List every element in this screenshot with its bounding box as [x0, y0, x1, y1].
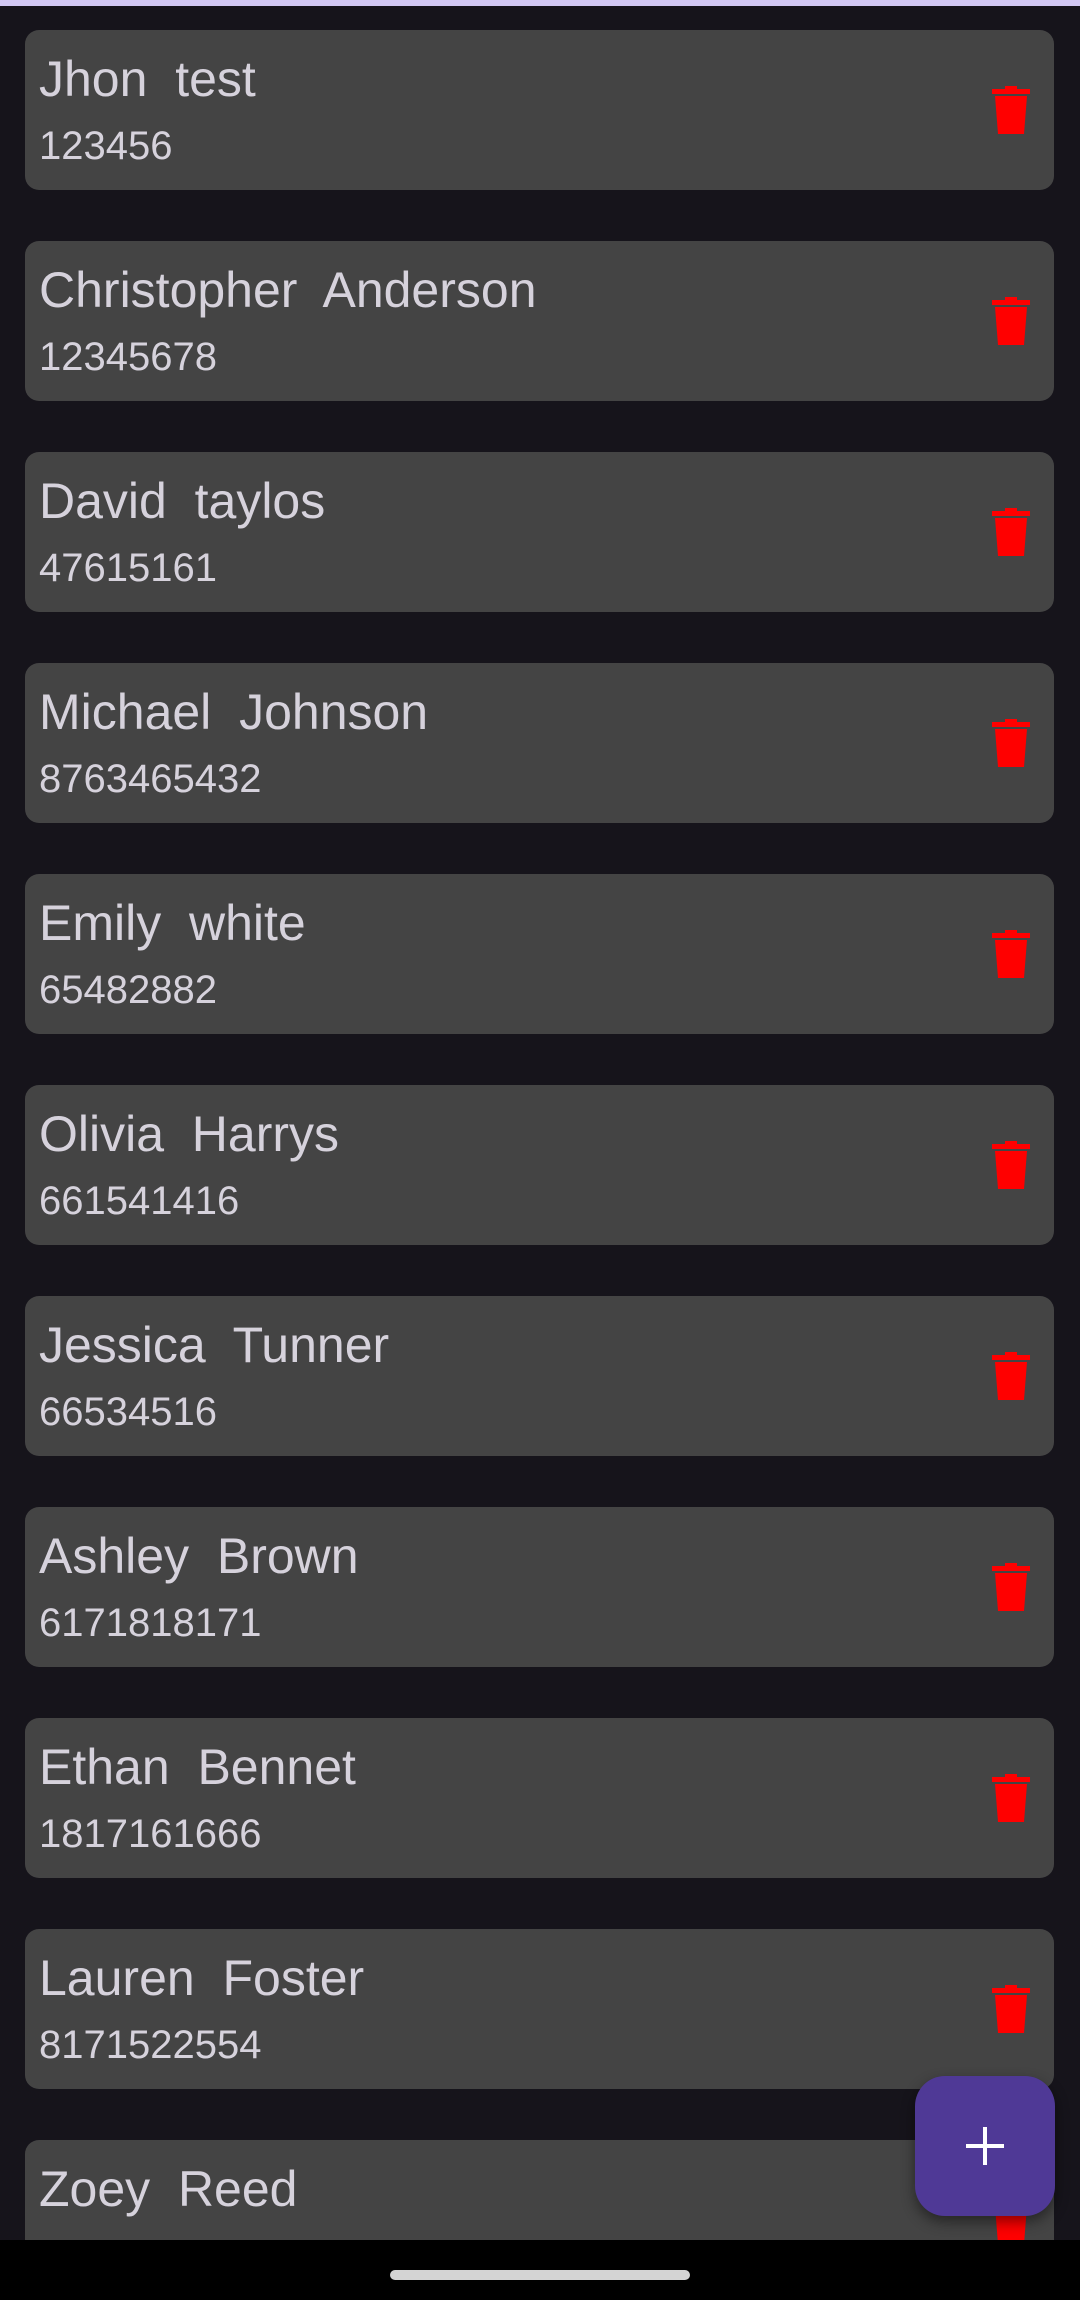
trash-icon[interactable] — [992, 930, 1030, 978]
contact-card[interactable]: Olivia Harrys 661541416 — [25, 1085, 1054, 1245]
contact-phone: 1817161666 — [39, 1812, 262, 1856]
trash-icon[interactable] — [992, 508, 1030, 556]
contact-card[interactable]: Jhon test 123456 — [25, 30, 1054, 190]
contact-card[interactable]: Michael Johnson 8763465432 — [25, 663, 1054, 823]
trash-icon[interactable] — [992, 719, 1030, 767]
trash-icon[interactable] — [992, 1141, 1030, 1189]
contact-card[interactable]: Zoey Reed — [25, 2140, 1054, 2240]
contact-phone: 47615161 — [39, 546, 217, 590]
contact-phone: 65482882 — [39, 968, 217, 1012]
contact-name: Olivia Harrys — [39, 1106, 340, 1162]
contact-name: Emily white — [39, 895, 306, 951]
contact-card[interactable]: David taylos 47615161 — [25, 452, 1054, 612]
contact-phone: 123456 — [39, 124, 173, 168]
contact-name: Jessica Tunner — [39, 1317, 390, 1373]
contact-phone: 6171818171 — [39, 1601, 262, 1645]
contact-phone: 661541416 — [39, 1179, 240, 1223]
contact-name: Ashley Brown — [39, 1528, 359, 1584]
system-navigation-bar — [0, 2240, 1080, 2300]
contact-phone: 8763465432 — [39, 757, 262, 801]
contact-name: Ethan Bennet — [39, 1739, 356, 1795]
contact-card[interactable]: Christopher Anderson 12345678 — [25, 241, 1054, 401]
contact-name: Jhon test — [39, 51, 256, 107]
plus-icon — [966, 2127, 1004, 2165]
contact-card[interactable]: Jessica Tunner 66534516 — [25, 1296, 1054, 1456]
trash-icon[interactable] — [992, 1774, 1030, 1822]
add-contact-button[interactable] — [915, 2076, 1055, 2216]
trash-icon[interactable] — [992, 86, 1030, 134]
contact-card[interactable]: Ashley Brown 6171818171 — [25, 1507, 1054, 1667]
contact-phone: 8171522554 — [39, 2023, 262, 2067]
trash-icon[interactable] — [992, 297, 1030, 345]
contact-card[interactable]: Emily white 65482882 — [25, 874, 1054, 1034]
contact-name: David taylos — [39, 473, 326, 529]
contact-name: Michael Johnson — [39, 684, 429, 740]
trash-icon[interactable] — [992, 1352, 1030, 1400]
contact-name: Christopher Anderson — [39, 262, 537, 318]
trash-icon[interactable] — [992, 1985, 1030, 2033]
contact-name: Lauren Foster — [39, 1950, 365, 2006]
contact-card[interactable]: Lauren Foster 8171522554 — [25, 1929, 1054, 2089]
contact-phone: 12345678 — [39, 335, 217, 379]
trash-icon[interactable] — [992, 1563, 1030, 1611]
contact-list[interactable]: Jhon test 123456 Christopher Anderson 12… — [0, 0, 1080, 2240]
contact-name: Zoey Reed — [39, 2161, 298, 2217]
contact-phone: 66534516 — [39, 1390, 217, 1434]
home-gesture-handle[interactable] — [390, 2270, 690, 2280]
contact-card[interactable]: Ethan Bennet 1817161666 — [25, 1718, 1054, 1878]
